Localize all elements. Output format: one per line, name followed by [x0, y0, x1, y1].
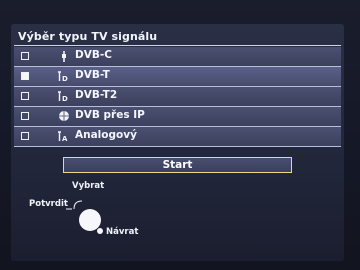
svg-text:A: A [62, 135, 68, 143]
cable-icon [56, 49, 72, 63]
item-label: Analogový [75, 129, 137, 141]
checkbox-dvb-c[interactable] [21, 52, 29, 60]
item-label: DVB-C [75, 49, 112, 61]
antenna-ta-icon: A [56, 129, 72, 143]
dialog-title: Výběr typu TV signálu [18, 30, 158, 43]
list-item-dvb-c[interactable]: DVB-C [14, 47, 341, 67]
checkbox-dvb-t[interactable] [21, 72, 29, 80]
item-label: DVB-T [75, 69, 110, 81]
svg-text:D: D [62, 95, 68, 103]
item-label: DVB-T2 [75, 89, 118, 101]
list-item-analog[interactable]: A Analogový [14, 127, 341, 147]
list-item-dvb-t2[interactable]: D DVB-T2 [14, 87, 341, 107]
antenna-td-icon: D [56, 69, 72, 83]
tv-screen: Výběr typu TV signálu DVB-C D DVB-T D DV… [0, 0, 360, 270]
signal-type-list: DVB-C D DVB-T D DVB-T2 DVB přes IP A Ana… [14, 47, 341, 147]
checkbox-analog[interactable] [21, 132, 29, 140]
antenna-td-icon: D [56, 89, 72, 103]
checkbox-dvb-t2[interactable] [21, 92, 29, 100]
checkbox-dvb-ip[interactable] [21, 112, 29, 120]
list-item-dvb-t[interactable]: D DVB-T [14, 67, 341, 87]
select-hint: Vybrat [72, 181, 105, 191]
list-item-dvb-ip[interactable]: DVB přes IP [14, 107, 341, 127]
item-label: DVB přes IP [75, 109, 145, 121]
svg-text:D: D [62, 75, 68, 83]
title-divider [14, 45, 341, 46]
ip-globe-icon [56, 109, 72, 123]
start-button[interactable]: Start [63, 157, 292, 173]
remote-control-guide-icon [62, 193, 112, 243]
